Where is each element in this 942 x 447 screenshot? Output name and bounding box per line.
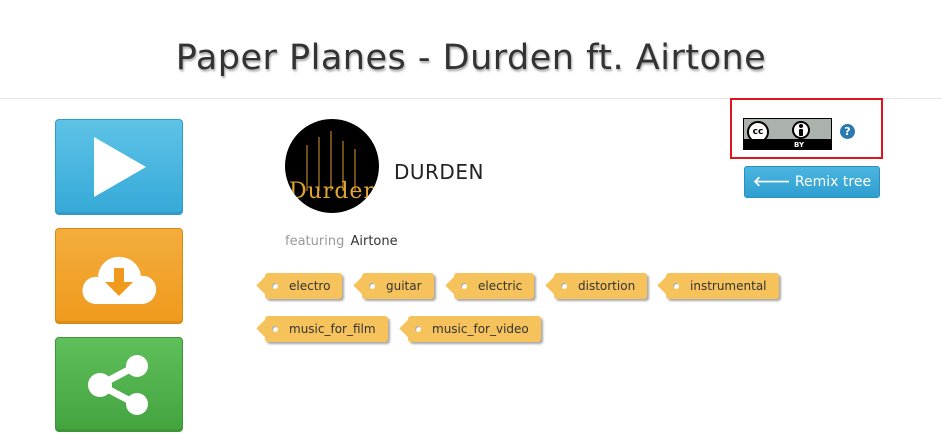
cloud-download-icon bbox=[82, 256, 157, 304]
tag-electro[interactable]: electro bbox=[265, 273, 343, 299]
tag-instrumental[interactable]: instrumental bbox=[666, 273, 779, 299]
badge-by-label: BY bbox=[794, 141, 805, 149]
tag-distortion[interactable]: distortion bbox=[554, 273, 648, 299]
remix-tree-label: Remix tree bbox=[794, 174, 872, 190]
share-icon bbox=[88, 354, 148, 415]
badge-strip bbox=[744, 139, 831, 149]
tag-music-for-video[interactable]: music_for_video bbox=[408, 316, 541, 342]
remix-tree-button[interactable]: 🡐 Remix tree 🡒 bbox=[744, 166, 880, 220]
tag-music-for-film[interactable]: music_for_film bbox=[265, 316, 388, 342]
tag-electric[interactable]: electric bbox=[454, 273, 535, 299]
tag-guitar[interactable]: guitar bbox=[362, 273, 434, 299]
cc-by-license-badge[interactable]: cc BY bbox=[743, 118, 832, 150]
arrow-right-icon: 🡒 bbox=[793, 204, 831, 220]
artist-name[interactable]: DURDEN bbox=[394, 160, 484, 184]
avatar-wordmark: Durden bbox=[289, 179, 379, 204]
play-button[interactable] bbox=[55, 119, 183, 215]
share-button[interactable] bbox=[55, 337, 183, 432]
featuring-label: featuring bbox=[285, 234, 345, 249]
arrow-left-icon: 🡐 bbox=[752, 174, 791, 190]
featuring-line: featuring Airtone bbox=[285, 234, 398, 249]
license-help-icon[interactable]: ? bbox=[840, 124, 855, 139]
featuring-artist[interactable]: Airtone bbox=[350, 234, 397, 249]
attribution-icon bbox=[792, 121, 810, 139]
page-title: Paper Planes - Durden ft. Airtone bbox=[175, 38, 767, 78]
play-icon bbox=[94, 137, 146, 197]
artist-avatar[interactable]: Durden bbox=[285, 119, 379, 213]
download-button[interactable] bbox=[55, 228, 183, 324]
